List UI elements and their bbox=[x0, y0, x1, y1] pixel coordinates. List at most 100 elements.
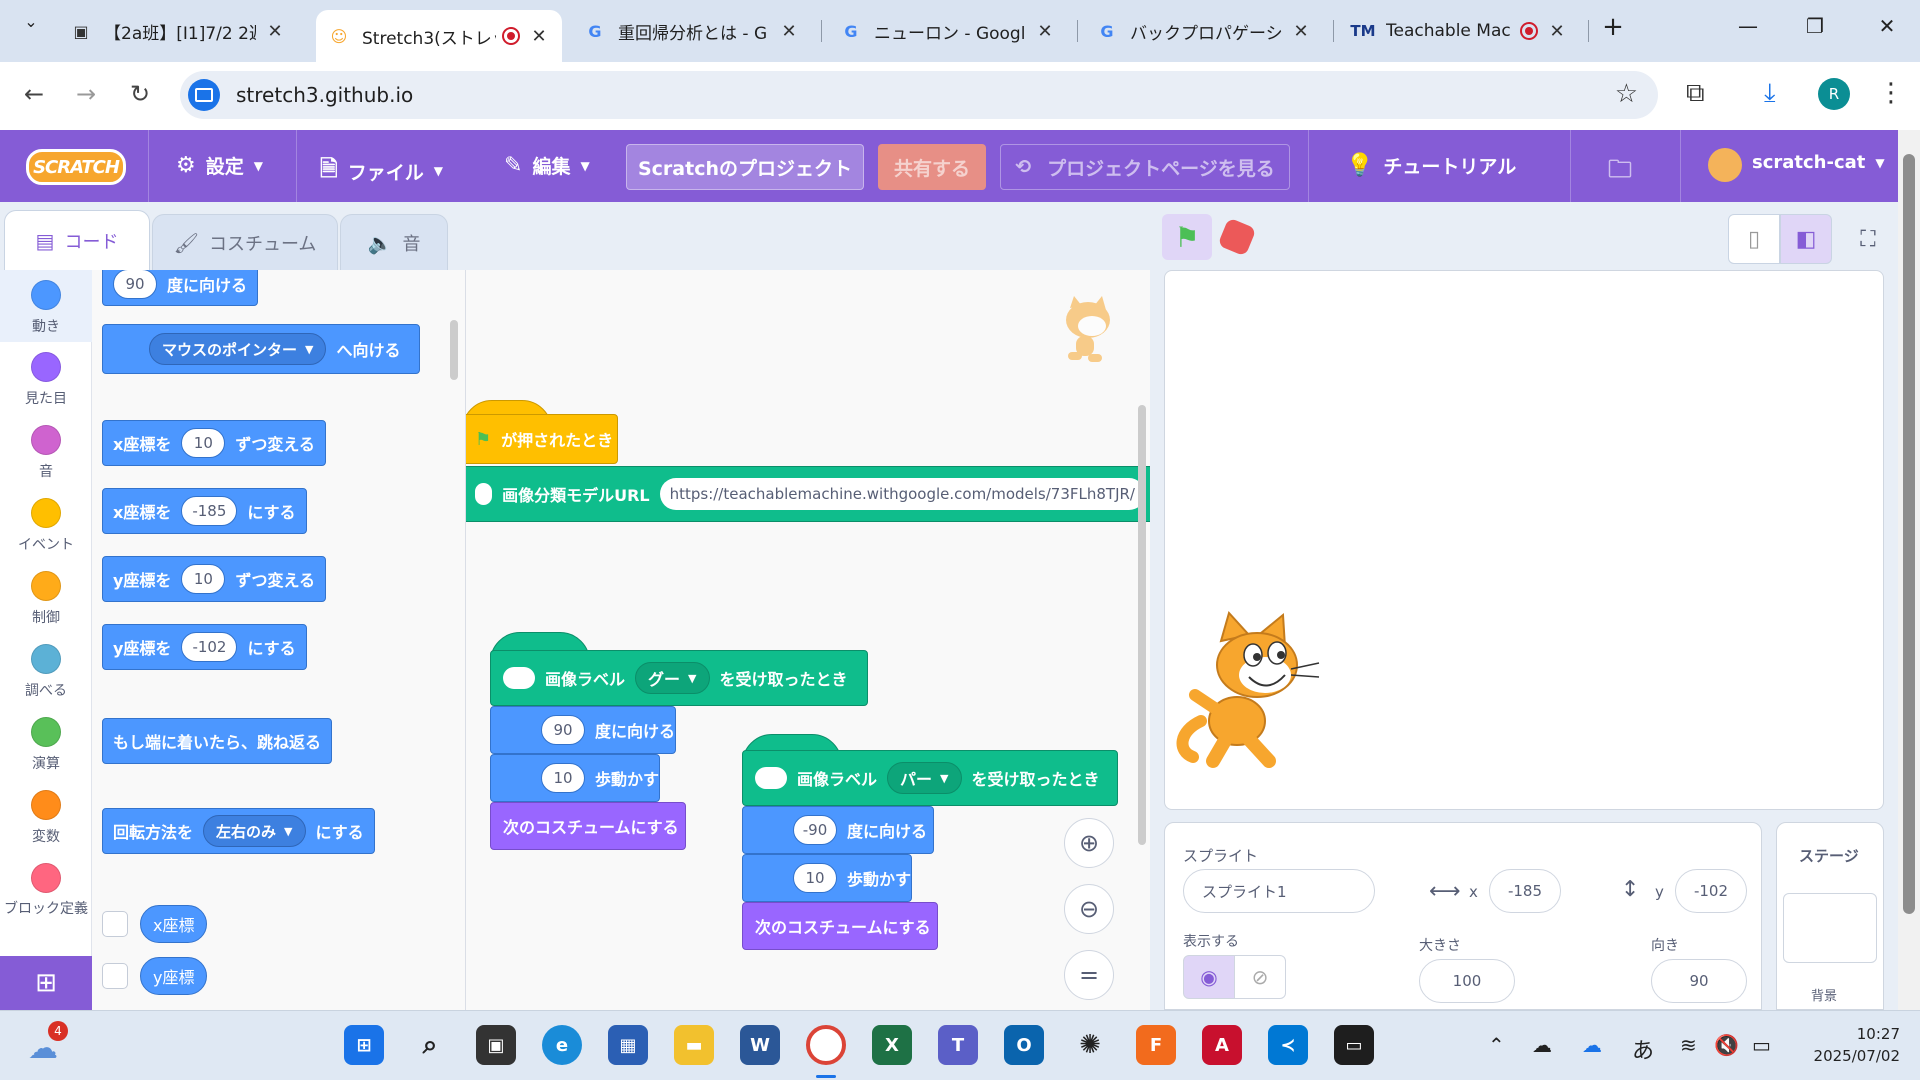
point-towards-block[interactable]: マウスのポインター ▼ へ向ける bbox=[102, 324, 420, 374]
set-y-block[interactable]: y座標を -102 にする bbox=[102, 624, 307, 670]
label-dropdown[interactable]: グー ▼ bbox=[635, 662, 710, 694]
tab-search-chevron-icon[interactable]: ⌄ bbox=[16, 12, 46, 31]
tab-code[interactable]: ▤ コード bbox=[4, 210, 150, 270]
stage-canvas[interactable] bbox=[1164, 270, 1884, 810]
direction-input[interactable]: 90 bbox=[1651, 959, 1747, 1003]
category-events[interactable]: イベント bbox=[0, 498, 92, 554]
close-tab-icon[interactable]: ✕ bbox=[1034, 21, 1056, 42]
tab-sounds[interactable]: 🔈 音 bbox=[340, 214, 448, 270]
word-icon[interactable]: W bbox=[740, 1025, 780, 1065]
project-title-input[interactable]: Scratchのプロジェクト bbox=[626, 144, 864, 190]
zoom-in-icon[interactable]: ⊕ bbox=[1064, 818, 1114, 868]
set-rotation-style-block[interactable]: 回転方法を 左右のみ ▼ にする bbox=[102, 808, 375, 854]
forward-icon[interactable]: → bbox=[70, 80, 102, 108]
back-icon[interactable]: ← bbox=[18, 80, 50, 108]
change-x-block[interactable]: x座標を 10 ずつ変える bbox=[102, 420, 326, 466]
hide-button[interactable]: ⊘ bbox=[1234, 955, 1286, 999]
label-dropdown[interactable]: パー ▼ bbox=[887, 762, 962, 794]
point-in-direction-block[interactable]: -90 度に向ける bbox=[742, 806, 934, 854]
bounce-on-edge-block[interactable]: もし端に着いたら、跳ね返る bbox=[102, 718, 333, 764]
avatar[interactable] bbox=[1708, 148, 1742, 182]
script-area[interactable]: ⚑ が押されたとき 画像分類モデルURL https://teachablema… bbox=[466, 270, 1150, 1010]
normal-stage-button[interactable]: ◧ bbox=[1780, 214, 1832, 264]
battery-icon[interactable]: ▭ bbox=[1752, 1033, 1771, 1057]
add-extension-button[interactable]: ⊞ bbox=[0, 956, 92, 1010]
image-model-url-block[interactable]: 画像分類モデルURL https://teachablemachine.with… bbox=[466, 466, 1150, 522]
tab-costumes[interactable]: 🖌 コスチューム bbox=[152, 214, 338, 270]
when-label-received-hat-goo[interactable]: 画像ラベル グー ▼ を受け取ったとき bbox=[490, 650, 868, 706]
browser-tab[interactable]: G ニューロン - Google ✕ bbox=[828, 10, 1068, 52]
x-input[interactable]: -185 bbox=[1489, 869, 1561, 913]
outlook-icon[interactable]: O bbox=[1004, 1025, 1044, 1065]
category-motion[interactable]: 動き bbox=[0, 270, 92, 342]
category-sound[interactable]: 音 bbox=[0, 425, 92, 481]
profile-avatar[interactable]: R bbox=[1818, 78, 1850, 110]
category-sensing[interactable]: 調べる bbox=[0, 644, 92, 700]
script-area-scrollbar[interactable] bbox=[1138, 405, 1146, 845]
category-looks[interactable]: 見た目 bbox=[0, 352, 92, 408]
zoom-reset-icon[interactable]: = bbox=[1064, 950, 1114, 1000]
change-y-block[interactable]: y座標を 10 ずつ変える bbox=[102, 556, 326, 602]
wifi-icon[interactable]: ≋ bbox=[1680, 1033, 1697, 1057]
reload-icon[interactable]: ↻ bbox=[124, 80, 156, 108]
y-input[interactable]: -102 bbox=[1675, 869, 1747, 913]
clock[interactable]: 10:27 2025/07/02 bbox=[1800, 1023, 1900, 1067]
show-visible-button[interactable]: ◉ bbox=[1183, 955, 1235, 999]
sprite-name-input[interactable]: スプライト1 bbox=[1183, 869, 1375, 913]
task-view-icon[interactable]: ▣ bbox=[476, 1025, 516, 1065]
teams-icon[interactable]: T bbox=[938, 1025, 978, 1065]
stop-button[interactable] bbox=[1217, 217, 1257, 257]
new-tab-button[interactable]: + bbox=[1598, 12, 1628, 42]
file-explorer-icon[interactable]: ▬ bbox=[674, 1025, 714, 1065]
close-tab-icon[interactable]: ✕ bbox=[264, 21, 286, 42]
category-my-blocks[interactable]: ブロック定義 bbox=[0, 863, 92, 919]
address-bar[interactable]: stretch3.github.io ☆ bbox=[180, 71, 1658, 119]
palette-scrollbar[interactable] bbox=[450, 320, 458, 380]
point-in-direction-block[interactable]: 90 度に向ける bbox=[102, 270, 259, 306]
excel-icon[interactable]: X bbox=[872, 1025, 912, 1065]
extensions-icon[interactable]: ⧉ bbox=[1686, 78, 1705, 109]
chatgpt-icon[interactable]: ✺ bbox=[1070, 1025, 1110, 1065]
x-position-checkbox[interactable] bbox=[102, 911, 128, 937]
ime-indicator[interactable]: あ bbox=[1632, 1033, 1654, 1065]
category-variables[interactable]: 変数 bbox=[0, 790, 92, 846]
close-tab-icon[interactable]: ✕ bbox=[528, 26, 550, 47]
set-x-block[interactable]: x座標を -185 にする bbox=[102, 488, 307, 534]
move-steps-block[interactable]: 10 歩動かす bbox=[742, 854, 912, 902]
close-tab-icon[interactable]: ✕ bbox=[1546, 21, 1568, 42]
small-stage-button[interactable]: ▯ bbox=[1728, 214, 1780, 264]
point-in-direction-block[interactable]: 90 度に向ける bbox=[490, 706, 676, 754]
browser-tab[interactable]: G バックプロパゲーション ✕ bbox=[1084, 10, 1324, 52]
settings-menu[interactable]: ⚙ 設定 ▼ bbox=[176, 152, 263, 179]
chrome-icon[interactable] bbox=[806, 1025, 846, 1065]
next-costume-block[interactable]: 次のコスチュームにする bbox=[490, 802, 686, 850]
x-position-reporter[interactable]: x座標 bbox=[140, 905, 208, 943]
account-menu[interactable]: scratch-cat ▼ bbox=[1752, 152, 1885, 173]
search-icon[interactable]: ⌕ bbox=[410, 1025, 450, 1065]
close-tab-icon[interactable]: ✕ bbox=[1290, 21, 1312, 42]
page-scrollbar[interactable] bbox=[1898, 130, 1920, 1010]
browser-tab[interactable]: TM Teachable Mac ✕ bbox=[1340, 10, 1580, 52]
model-url-input[interactable]: https://teachablemachine.withgoogle.com/… bbox=[659, 478, 1145, 510]
y-position-checkbox[interactable] bbox=[102, 963, 128, 989]
menu-kebab-icon[interactable]: ⋮ bbox=[1878, 78, 1904, 108]
terminal-icon[interactable]: ▭ bbox=[1334, 1025, 1374, 1065]
bookmark-star-icon[interactable]: ☆ bbox=[1615, 79, 1638, 109]
site-info-icon[interactable] bbox=[188, 79, 220, 111]
point-towards-dropdown[interactable]: マウスのポインター ▼ bbox=[149, 333, 327, 365]
browser-tab[interactable]: G 重回帰分析とは - G ✕ bbox=[572, 10, 812, 52]
close-window-icon[interactable]: ✕ bbox=[1872, 14, 1902, 38]
browser-tab-active[interactable]: ☺ Stretch3(ストレッ ✕ bbox=[316, 10, 562, 62]
green-flag-button[interactable]: ⚑ bbox=[1162, 214, 1212, 260]
tutorials-button[interactable]: 💡 チュートリアル bbox=[1346, 152, 1516, 179]
my-stuff-folder-icon[interactable]: 🗀 bbox=[1608, 152, 1632, 193]
scratch-logo[interactable]: SCRATCH bbox=[26, 149, 126, 185]
when-label-received-hat-paa[interactable]: 画像ラベル パー ▼ を受け取ったとき bbox=[742, 750, 1118, 806]
edge-browser-icon[interactable]: e bbox=[542, 1025, 582, 1065]
minimize-icon[interactable]: — bbox=[1733, 14, 1763, 38]
share-button[interactable]: 共有する bbox=[878, 144, 986, 190]
start-windows-icon[interactable]: ⊞ bbox=[344, 1025, 384, 1065]
category-operators[interactable]: 演算 bbox=[0, 717, 92, 773]
when-flag-clicked-block[interactable]: ⚑ が押されたとき bbox=[466, 414, 618, 464]
close-tab-icon[interactable]: ✕ bbox=[778, 21, 800, 42]
